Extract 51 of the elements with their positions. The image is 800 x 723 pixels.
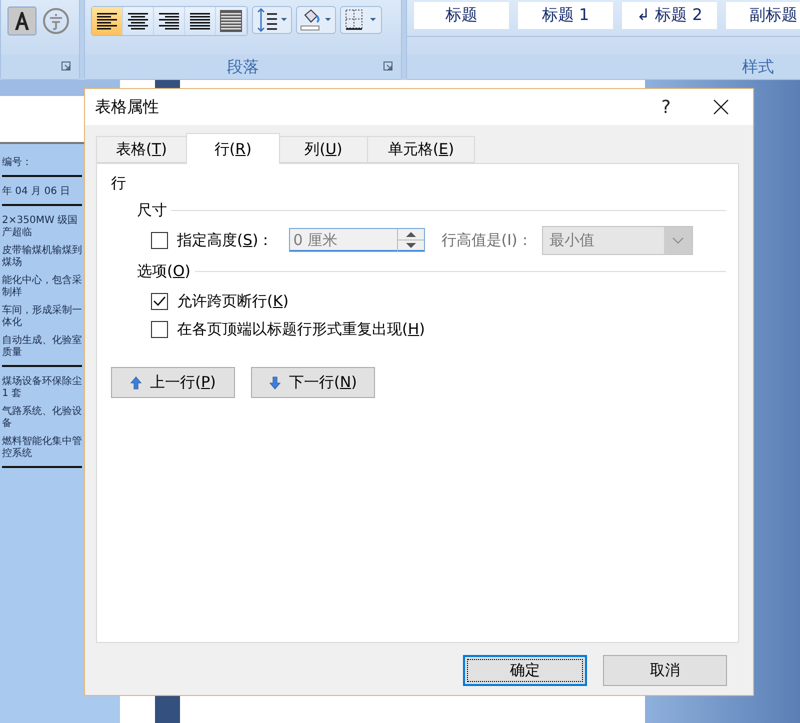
checkbox[interactable]: [151, 232, 168, 248]
document-text: 年 04 月 06 日: [2, 183, 82, 206]
tab[interactable]: 单元格(E): [367, 136, 475, 163]
style-tile[interactable]: ↲ 标题 2: [622, 2, 717, 29]
align-icon: [188, 10, 212, 32]
style-tile[interactable]: 标题 1: [518, 2, 613, 29]
align-button[interactable]: [92, 7, 123, 35]
document-text: 车间，形成采制一体化: [2, 304, 82, 330]
checkbox[interactable]: [151, 320, 168, 338]
tab[interactable]: 列(U): [279, 136, 368, 163]
document-text: 编号：: [2, 154, 82, 177]
down-arrow-icon: [269, 376, 282, 390]
group-heading: 尺寸: [137, 201, 167, 220]
align-icon: [126, 10, 150, 32]
close-icon: [713, 99, 729, 115]
group-label: 段落: [227, 56, 259, 78]
shading-icon[interactable]: [296, 6, 336, 34]
style-tile[interactable]: 标题: [414, 2, 509, 29]
character-shading-icon[interactable]: [7, 6, 37, 36]
checkbox-label: 在各页顶端以标题行形式重复出现(H): [177, 320, 425, 338]
document-text: 皮带输煤机输煤到煤场: [2, 244, 82, 270]
document-text: 气路系统、化验设备: [2, 404, 82, 431]
borders-icon[interactable]: [340, 6, 382, 34]
up-arrow-icon: [130, 376, 142, 390]
align-icon: [95, 10, 119, 32]
document-text: 能化中心，包含采制样: [2, 274, 82, 300]
dialog-title: 表格属性: [95, 96, 160, 118]
checkbox-label: 允许跨页断行(K): [177, 292, 289, 310]
document-text: 2×350MW 级国产超临: [2, 214, 79, 240]
field-label: 行高值是(I)：: [441, 230, 532, 250]
document-text: 自动生成、化验室质量: [2, 332, 82, 367]
ok-button[interactable]: 确定: [463, 655, 587, 686]
previous-row-button[interactable]: 上一行(P): [111, 367, 235, 398]
align-icon: [219, 10, 243, 32]
group-label: 样式: [742, 56, 774, 78]
document-text: 煤场设备环保除尘 1 套: [2, 374, 82, 401]
section-title: 行: [111, 174, 127, 193]
next-row-button[interactable]: 下一行(N): [251, 367, 375, 398]
checkbox-label: 指定高度(S)：: [177, 230, 274, 250]
line-spacing-icon[interactable]: [252, 6, 292, 34]
document-text: 燃料智能化集中管控系统: [2, 433, 82, 468]
style-tile[interactable]: 副标题: [726, 2, 800, 29]
checkbox[interactable]: [151, 292, 168, 310]
tab[interactable]: 行(R): [186, 133, 280, 164]
tab[interactable]: 表格(T): [96, 136, 187, 163]
cancel-button[interactable]: 取消: [603, 655, 727, 686]
dialog-launcher-icon[interactable]: [383, 61, 393, 71]
help-button[interactable]: ?: [643, 90, 689, 124]
dialog-launcher-icon[interactable]: [61, 61, 71, 71]
align-icon: [157, 10, 181, 32]
group-heading: 选项(O): [137, 262, 191, 281]
